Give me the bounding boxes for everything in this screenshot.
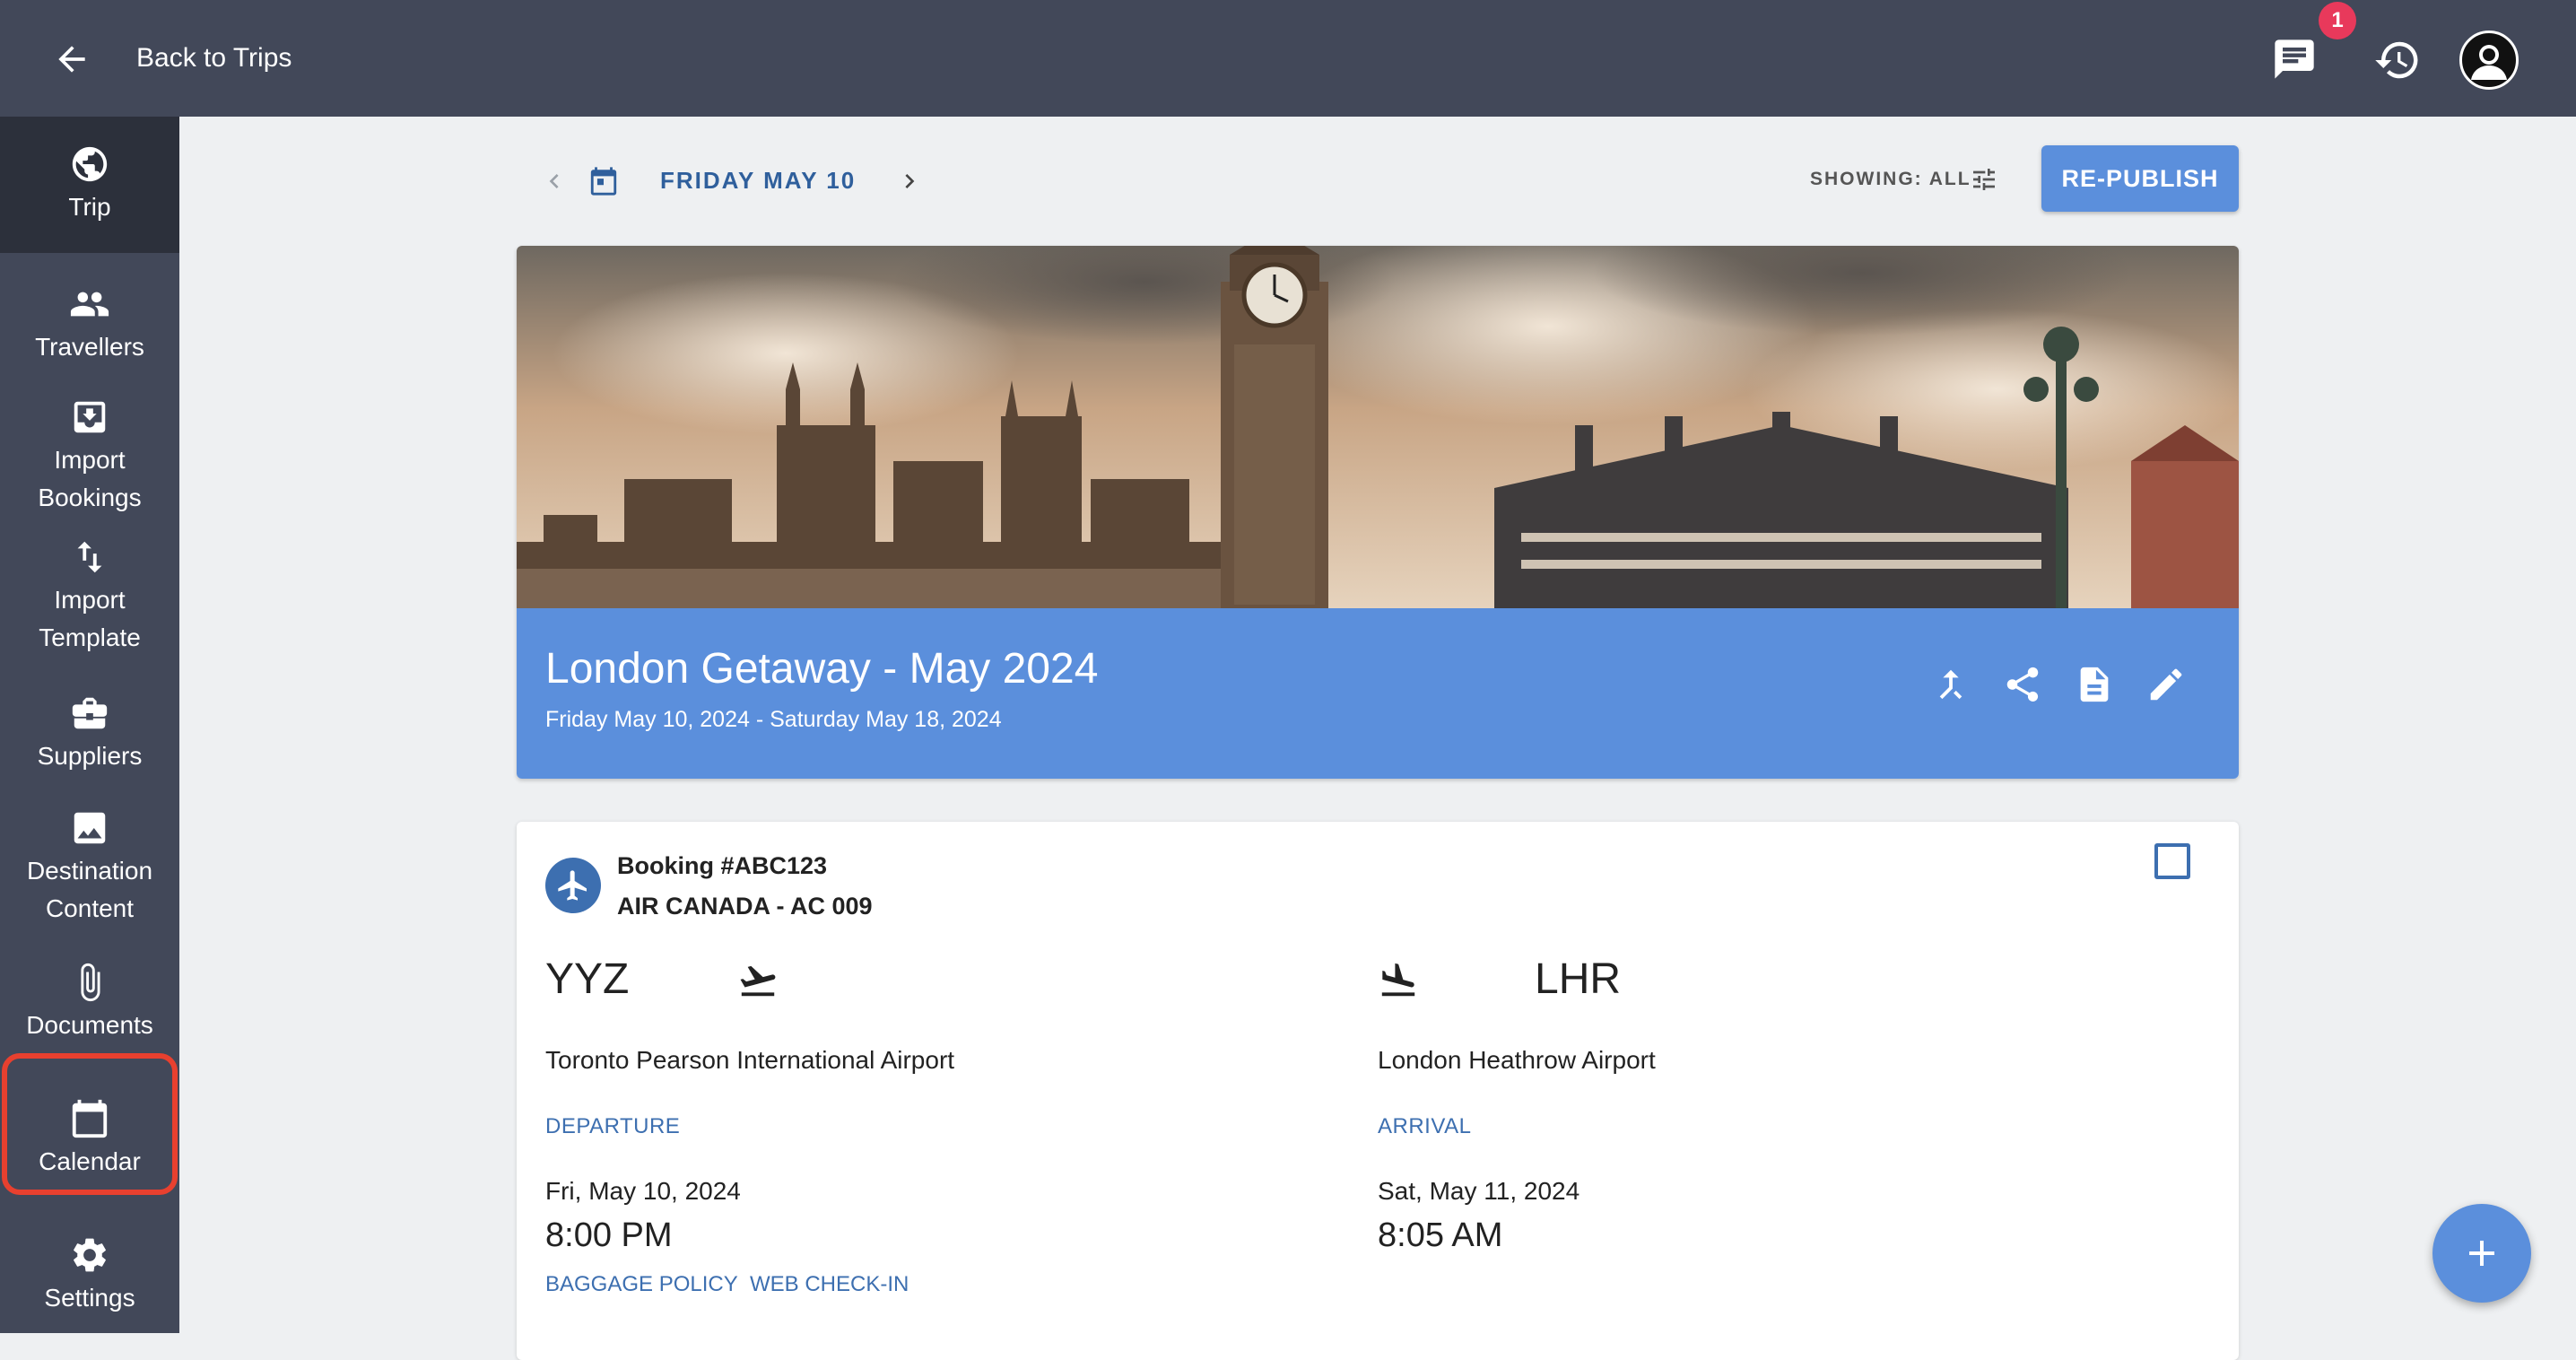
sidebar-item-documents[interactable]: Documents (0, 962, 179, 1044)
sidebar-item-label: Import Template (39, 586, 141, 651)
london-skyline-image (517, 246, 2239, 608)
arrival-time: 8:05 AM (1378, 1216, 1503, 1254)
add-button[interactable] (2432, 1204, 2531, 1303)
airline-flight: AIR CANADA - AC 009 (617, 893, 873, 920)
sidebar-item-import-template[interactable]: Import Template (0, 536, 179, 657)
showing-filter-label[interactable]: SHOWING: ALL (1810, 169, 1971, 190)
gear-icon (74, 1238, 106, 1272)
sidebar: Trip Travellers Import Bookings Import T… (0, 117, 179, 1333)
calendar-icon (72, 1099, 108, 1138)
top-bar: Back to Trips 1 (0, 0, 2576, 117)
calendar-icon[interactable] (588, 165, 619, 197)
sidebar-item-label: Destination Content (26, 857, 153, 922)
sidebar-item-calendar[interactable]: Calendar (0, 1098, 179, 1181)
trip-title: London Getaway - May 2024 (545, 645, 1099, 693)
sidebar-item-label: Settings (44, 1284, 135, 1312)
back-to-trips-link[interactable]: Back to Trips (136, 43, 292, 74)
image-icon (74, 812, 106, 844)
arrival-code: LHR (1535, 955, 1622, 1003)
trip-summary-band: London Getaway - May 2024 Friday May 10,… (517, 608, 2239, 779)
departure-date: Fri, May 10, 2024 (545, 1177, 741, 1205)
chevron-right-icon[interactable] (895, 165, 924, 197)
sidebar-item-label: Import Bookings (38, 446, 142, 511)
tune-icon[interactable] (1970, 164, 1998, 195)
flight-land-icon (1381, 963, 1415, 997)
back-arrow-icon[interactable] (50, 39, 93, 79)
baggage-policy-link[interactable]: BAGGAGE POLICY (545, 1272, 738, 1297)
sidebar-item-label: Documents (26, 1011, 153, 1039)
user-avatar[interactable] (2459, 31, 2519, 90)
booking-number: Booking #ABC123 (617, 852, 828, 879)
arrival-label: ARRIVAL (1378, 1114, 1472, 1138)
merge-icon[interactable] (1930, 664, 1971, 705)
share-icon[interactable] (2002, 664, 2043, 705)
arrival-airport: London Heathrow Airport (1378, 1046, 1656, 1074)
flight-booking-card: Booking #ABC123 AIR CANADA - AC 009 YYZ … (517, 822, 2239, 1360)
sidebar-item-settings[interactable]: Settings (0, 1234, 179, 1317)
sidebar-item-destination-content[interactable]: Destination Content (0, 807, 179, 928)
globe-icon (72, 146, 108, 182)
sidebar-item-label: Suppliers (37, 742, 143, 770)
sidebar-item-label: Travellers (35, 333, 144, 361)
history-icon[interactable] (2373, 36, 2422, 84)
departure-code: YYZ (545, 955, 630, 1003)
web-checkin-link[interactable]: WEB CHECK-IN (750, 1272, 909, 1297)
chat-icon[interactable] (2271, 36, 2318, 83)
sidebar-item-import-bookings[interactable]: Import Bookings (0, 397, 179, 517)
document-icon[interactable] (2074, 664, 2115, 705)
flight-takeoff-icon (740, 965, 776, 997)
download-box-icon (74, 401, 106, 433)
sidebar-item-label: Calendar (39, 1147, 141, 1175)
airplane-icon (558, 870, 587, 901)
departure-time: 8:00 PM (545, 1216, 673, 1254)
sidebar-item-label: Trip (68, 193, 111, 221)
flight-badge (545, 858, 601, 913)
departure-label: DEPARTURE (545, 1114, 681, 1138)
republish-button[interactable]: RE-PUBLISH (2041, 145, 2239, 212)
people-icon (70, 292, 109, 317)
trip-hero-card: London Getaway - May 2024 Friday May 10,… (517, 246, 2239, 779)
departure-airport: Toronto Pearson International Airport (545, 1046, 955, 1074)
paperclip-icon (81, 963, 100, 1002)
swap-vertical-icon (77, 541, 102, 573)
arrival-date: Sat, May 11, 2024 (1378, 1177, 1580, 1205)
user-avatar-icon (2471, 45, 2507, 80)
edit-icon[interactable] (2145, 664, 2187, 705)
sidebar-item-suppliers[interactable]: Suppliers (0, 693, 179, 775)
briefcase-icon (72, 697, 108, 729)
trip-dates: Friday May 10, 2024 - Saturday May 18, 2… (545, 707, 1002, 732)
booking-select-checkbox[interactable] (2154, 843, 2190, 879)
current-date[interactable]: FRIDAY MAY 10 (660, 167, 856, 195)
plus-icon (2469, 1241, 2494, 1266)
sidebar-item-travellers[interactable]: Travellers (0, 283, 179, 366)
notification-badge: 1 (2319, 2, 2356, 39)
chevron-left-icon[interactable] (540, 165, 569, 197)
sidebar-item-trip[interactable]: Trip (0, 117, 179, 253)
